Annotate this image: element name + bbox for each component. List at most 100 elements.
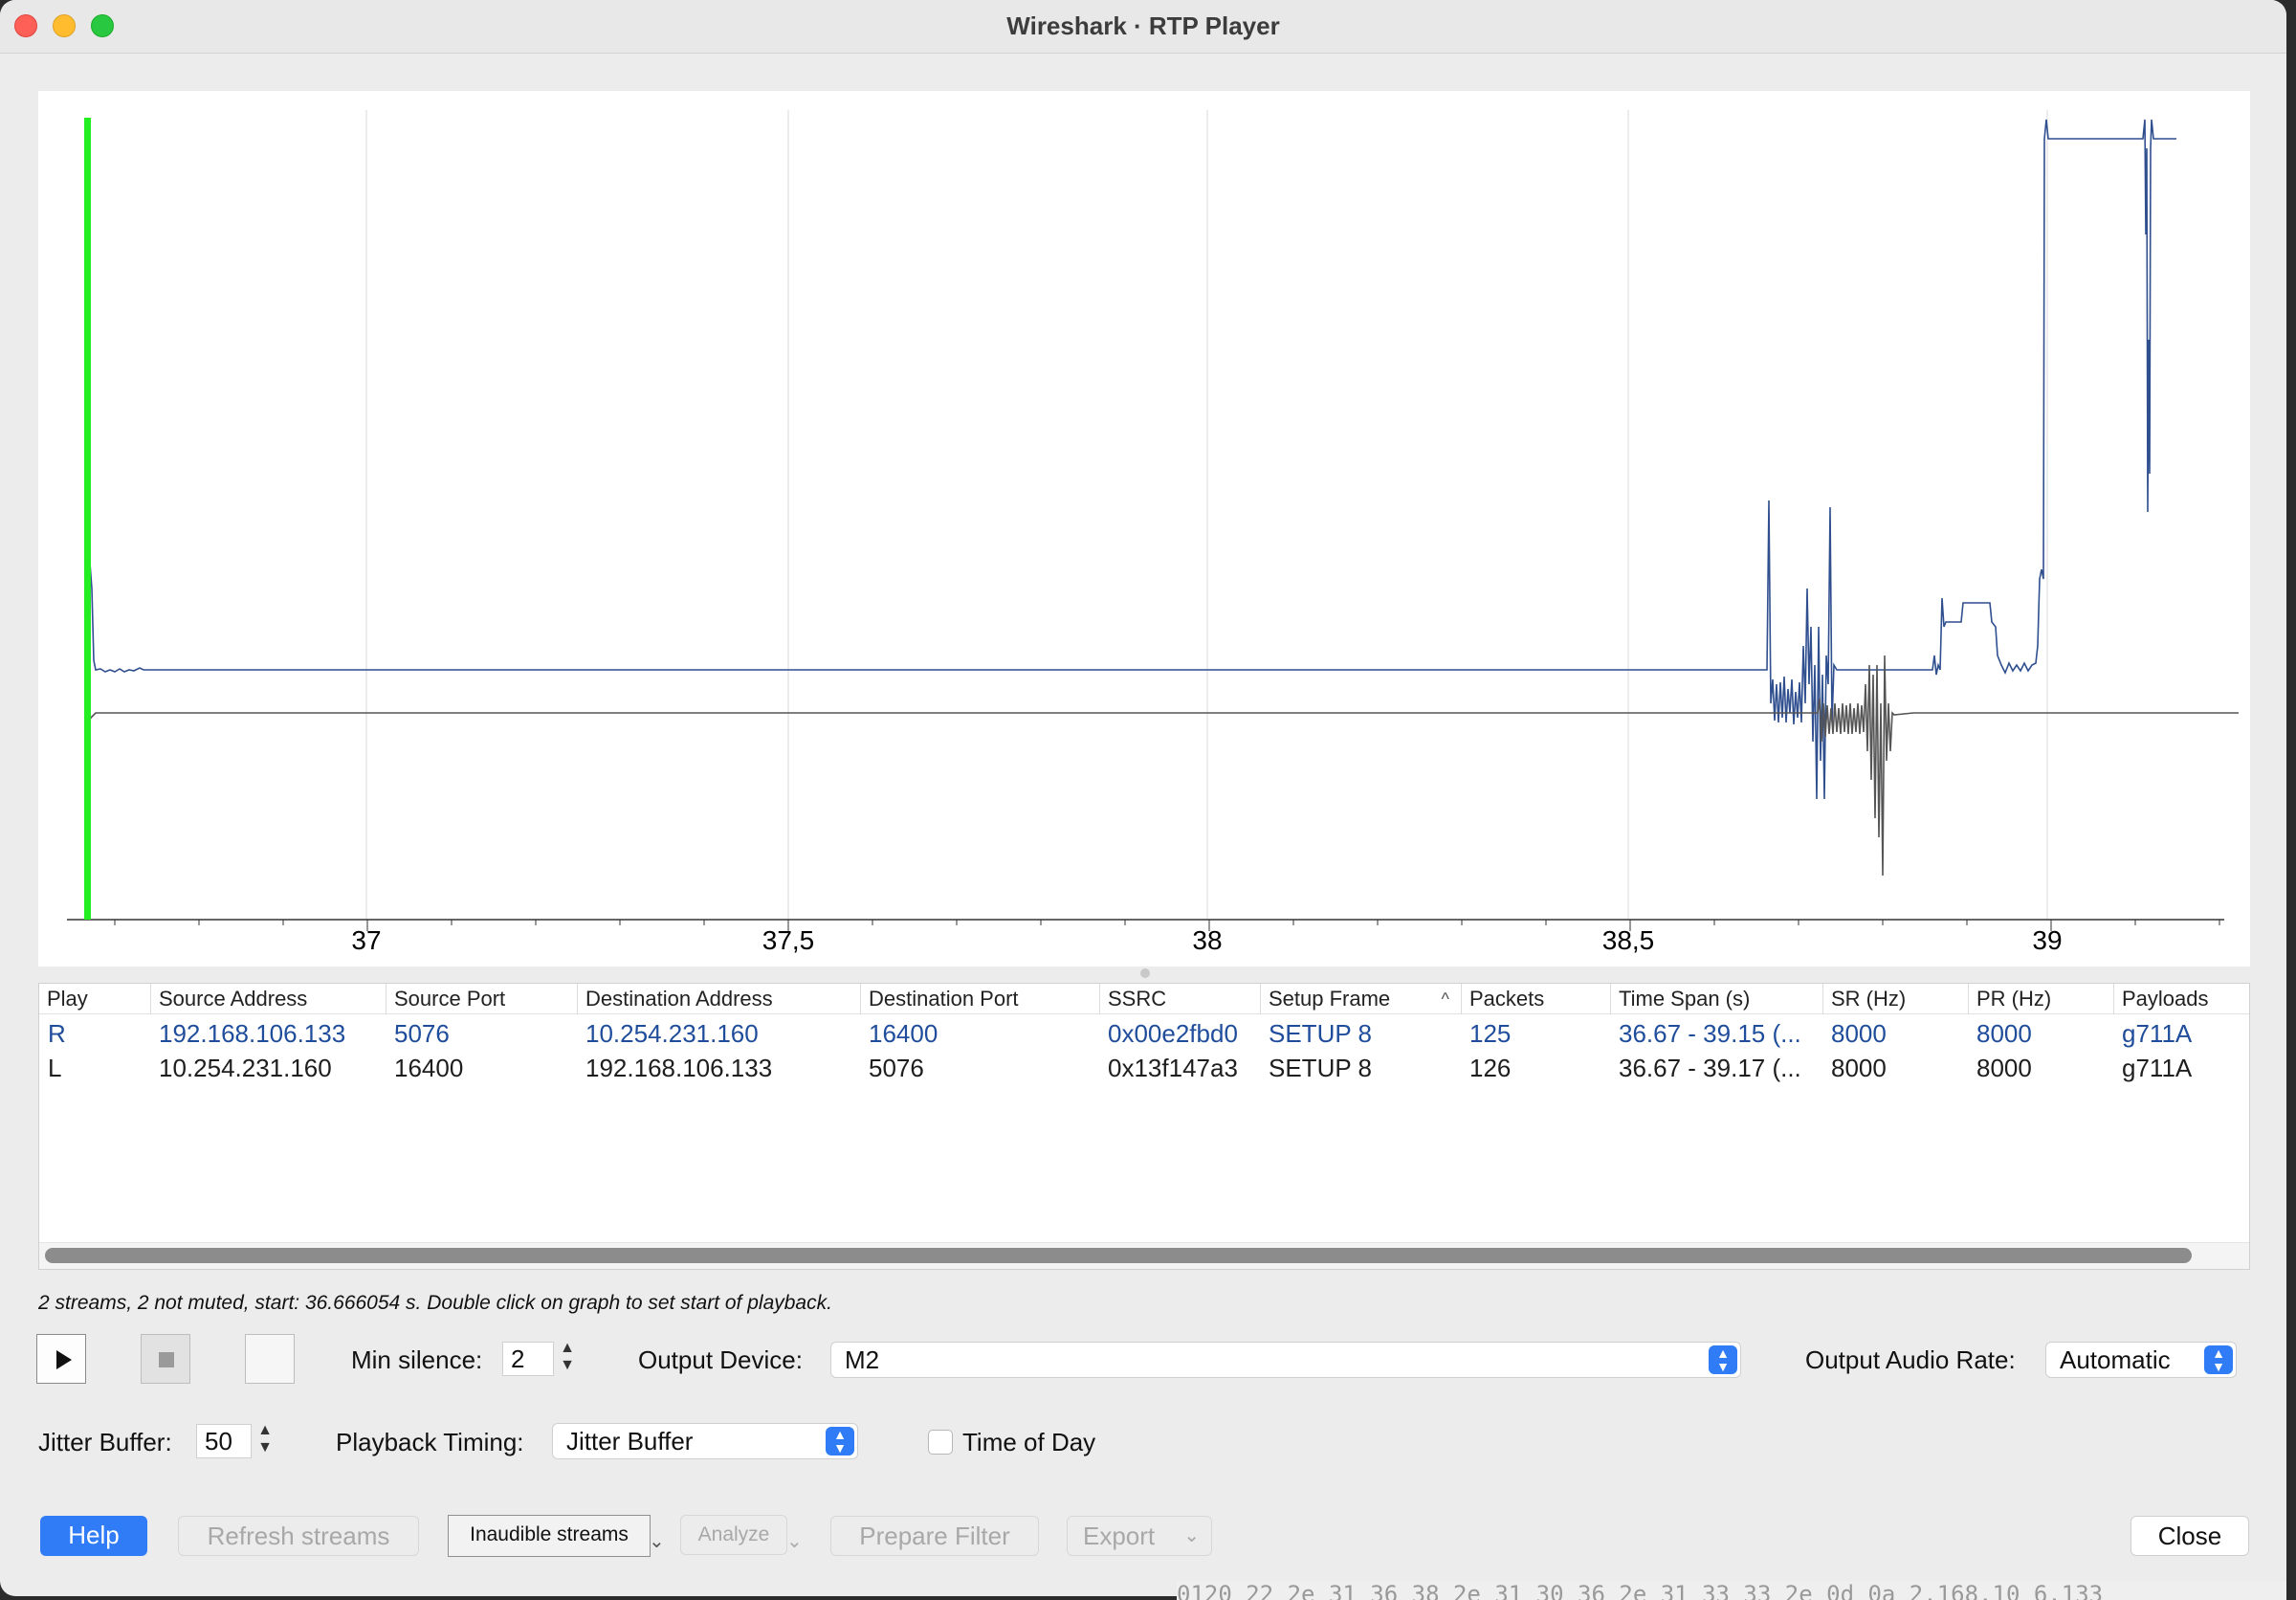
time-of-day-checkbox[interactable]	[928, 1430, 953, 1455]
sort-ascending-icon: ^	[1441, 989, 1449, 1009]
cell-packets: 126	[1469, 1054, 1512, 1082]
title-bar: Wireshark · RTP Player	[0, 0, 2286, 54]
stop-button[interactable]	[141, 1334, 190, 1384]
cell-payloads: g711A	[2122, 1019, 2193, 1048]
splitter-handle[interactable]	[1140, 968, 1150, 978]
cell-sr: 8000	[1831, 1019, 1887, 1048]
x-tick-label: 37	[351, 925, 382, 955]
select-arrows-icon: ▲ ▼	[826, 1427, 854, 1456]
analyze-button[interactable]: Analyze	[680, 1515, 787, 1555]
cell-ssrc: 0x00e2fbd0	[1108, 1019, 1238, 1048]
cell-source-port: 5076	[394, 1019, 450, 1048]
min-silence-label: Min silence:	[351, 1345, 483, 1374]
horizontal-scrollbar-thumb[interactable]	[45, 1248, 2192, 1263]
jitter-buffer-label: Jitter Buffer:	[38, 1428, 172, 1456]
min-silence-stepper[interactable]: ▲ ▼	[557, 1340, 578, 1378]
cell-play: L	[48, 1054, 62, 1082]
refresh-streams-button[interactable]: Refresh streams	[178, 1516, 419, 1556]
output-audio-rate-select[interactable]: Automatic ▲ ▼	[2045, 1342, 2237, 1378]
stream-r-waveform	[85, 119, 2176, 800]
stepper-down-icon[interactable]: ▼	[557, 1357, 578, 1374]
chevron-down-icon: ⌄	[1183, 1525, 1200, 1546]
table-header: Play Source Address Source Port Destinat…	[39, 984, 2249, 1014]
column-header-sr[interactable]: SR (Hz)	[1822, 984, 1968, 1014]
select-arrows-icon: ▲ ▼	[2204, 1345, 2233, 1374]
cell-destination-port: 16400	[869, 1019, 938, 1048]
graph-grid	[365, 110, 2048, 920]
cell-payloads: g711A	[2122, 1054, 2193, 1082]
prepare-filter-button[interactable]: Prepare Filter	[830, 1516, 1039, 1556]
output-audio-rate-label: Output Audio Rate:	[1805, 1345, 2016, 1374]
cell-sr: 8000	[1831, 1054, 1887, 1082]
x-tick-label: 38,5	[1601, 925, 1655, 955]
chevron-down-icon[interactable]: ⌄	[786, 1529, 803, 1553]
column-header-pr[interactable]: PR (Hz)	[1968, 984, 2113, 1014]
status-text: 2 streams, 2 not muted, start: 36.666054…	[38, 1292, 832, 1314]
cell-play: R	[48, 1019, 66, 1048]
play-button[interactable]	[36, 1334, 86, 1384]
playhead-marker[interactable]	[84, 118, 91, 920]
horizontal-scrollbar-track[interactable]	[39, 1242, 2249, 1269]
cell-setup-frame: SETUP 8	[1269, 1019, 1372, 1048]
window-title: Wireshark · RTP Player	[1006, 11, 1280, 40]
x-axis-ticks	[114, 920, 2220, 931]
playback-timing-label: Playback Timing:	[336, 1428, 524, 1456]
stepper-up-icon[interactable]: ▲	[254, 1422, 276, 1439]
table-row[interactable]: R 192.168.106.133 5076 10.254.231.160 16…	[39, 1016, 2249, 1051]
column-header-ssrc[interactable]: SSRC	[1099, 984, 1260, 1014]
close-button[interactable]: Close	[2130, 1516, 2249, 1556]
stop-icon	[159, 1352, 174, 1367]
jitter-buffer-stepper[interactable]: ▲ ▼	[254, 1422, 276, 1460]
min-silence-input[interactable]: 2	[502, 1342, 554, 1376]
output-device-label: Output Device:	[638, 1345, 803, 1374]
stepper-down-icon[interactable]: ▼	[254, 1439, 276, 1456]
cell-destination-port: 5076	[869, 1054, 924, 1082]
x-tick-label: 38	[1192, 925, 1223, 955]
cell-pr: 8000	[1976, 1054, 2032, 1082]
column-header-packets[interactable]: Packets	[1461, 984, 1610, 1014]
x-tick-label: 37,5	[762, 925, 815, 955]
column-header-source-address[interactable]: Source Address	[150, 984, 386, 1014]
chevron-down-icon[interactable]: ⌄	[649, 1529, 665, 1553]
pause-button[interactable]	[245, 1334, 295, 1384]
column-header-setup-frame-label: Setup Frame	[1269, 987, 1391, 1011]
background-window-hexdump: 0120 22 2e 31 36 38 2e 31 30 36 2e 31 33…	[1177, 1581, 2286, 1600]
export-button[interactable]: Export ⌄	[1067, 1516, 1212, 1556]
stream-l-waveform	[85, 655, 2239, 877]
playback-timing-value: Jitter Buffer	[566, 1427, 694, 1456]
streams-table: Play Source Address Source Port Destinat…	[38, 983, 2250, 1270]
output-device-value: M2	[845, 1345, 880, 1374]
x-tick-label: 39	[2032, 925, 2063, 955]
table-row[interactable]: L 10.254.231.160 16400 192.168.106.133 5…	[39, 1051, 2249, 1085]
play-icon	[56, 1350, 72, 1369]
cell-time-span: 36.67 - 39.15 (...	[1619, 1019, 1801, 1048]
column-header-play[interactable]: Play	[39, 984, 150, 1014]
cell-destination-address: 192.168.106.133	[585, 1054, 773, 1082]
column-header-source-port[interactable]: Source Port	[386, 984, 577, 1014]
cell-time-span: 36.67 - 39.17 (...	[1619, 1054, 1801, 1082]
output-device-select[interactable]: M2 ▲ ▼	[830, 1342, 1741, 1378]
cell-source-address: 10.254.231.160	[159, 1054, 332, 1082]
help-button[interactable]: Help	[40, 1516, 147, 1556]
cell-destination-address: 10.254.231.160	[585, 1019, 759, 1048]
cell-pr: 8000	[1976, 1019, 2032, 1048]
column-header-payloads[interactable]: Payloads	[2113, 984, 2251, 1014]
export-label: Export	[1083, 1522, 1156, 1550]
column-header-setup-frame[interactable]: Setup Frame ^	[1260, 984, 1461, 1014]
cell-source-address: 192.168.106.133	[159, 1019, 346, 1048]
cell-setup-frame: SETUP 8	[1269, 1054, 1372, 1082]
column-header-time-span[interactable]: Time Span (s)	[1610, 984, 1822, 1014]
cell-packets: 125	[1469, 1019, 1512, 1048]
select-arrows-icon: ▲ ▼	[1709, 1345, 1737, 1374]
waveform-canvas[interactable]	[38, 91, 2250, 967]
playback-timing-select[interactable]: Jitter Buffer ▲ ▼	[552, 1423, 858, 1459]
column-header-destination-address[interactable]: Destination Address	[577, 984, 860, 1014]
waveform-graph[interactable]: 37 37,5 38 38,5 39	[38, 91, 2250, 967]
rtp-player-window: Wireshark · RTP Player 37 37,5 38 38,5 3…	[0, 0, 2286, 1596]
stepper-up-icon[interactable]: ▲	[557, 1340, 578, 1357]
cell-source-port: 16400	[394, 1054, 464, 1082]
jitter-buffer-input[interactable]: 50	[196, 1424, 252, 1458]
inaudible-streams-button[interactable]: Inaudible streams	[448, 1515, 651, 1557]
time-of-day-label: Time of Day	[962, 1428, 1096, 1456]
column-header-destination-port[interactable]: Destination Port	[860, 984, 1099, 1014]
